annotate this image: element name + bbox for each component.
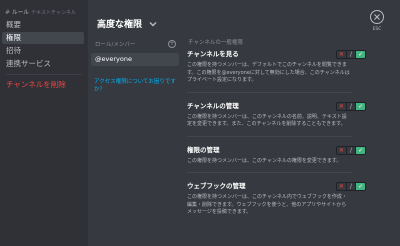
allow-button[interactable]: ✓ xyxy=(356,183,365,190)
deny-button[interactable]: ✕ xyxy=(337,147,346,154)
permission-toggle: ✕ / ✓ xyxy=(336,182,366,191)
breadcrumb-category: テキストチャンネル xyxy=(31,9,76,16)
breadcrumb: # ルール テキストチャンネル xyxy=(0,6,88,18)
chevron-down-icon xyxy=(149,21,157,26)
neutral-button[interactable]: / xyxy=(345,102,357,110)
permission-toggle: ✕ / ✓ xyxy=(336,101,366,111)
roles-header-label: ロール/メンバー xyxy=(95,42,136,48)
allow-button[interactable]: ✓ xyxy=(356,102,365,110)
settings-sidebar: # ルール テキストチャンネル 概要 権限 招待 連携サービス チャンネルを削除 xyxy=(0,0,88,246)
sidebar-divider xyxy=(6,74,82,75)
permission-description: この権限を持つメンバーは、このチャンネル内でウェブフックを作成・編集・削除できま… xyxy=(187,194,347,215)
allow-button[interactable]: ✓ xyxy=(356,146,365,154)
permission-description: この権限を持つメンバーは、このチャンネルの名前、説明、テキスト設定を変更できます… xyxy=(187,113,347,128)
roles-column: ロール/メンバー + @everyone アクセス権限についてお困りですか？ xyxy=(91,38,179,94)
permission-view-channel: チャンネルを見る ✕ / ✓ この権限を持つメンバーは、デフォルトでこのチャンネ… xyxy=(187,50,366,85)
permission-description: この権限を持つメンバーは、デフォルトでこのチャンネルを閲覧できます。この権限を@… xyxy=(187,62,350,83)
close-button[interactable] xyxy=(370,10,384,24)
neutral-button[interactable]: / xyxy=(345,51,357,58)
permission-title: チャンネルを見る xyxy=(187,50,239,58)
neutral-button[interactable]: / xyxy=(345,183,357,190)
permission-toggle: ✕ / ✓ xyxy=(336,145,366,155)
deny-button[interactable]: ✕ xyxy=(337,51,346,58)
permission-title: ウェブフックの管理 xyxy=(187,182,246,190)
page-title: 高度な権限 xyxy=(97,20,143,30)
allow-button[interactable]: ✓ xyxy=(356,51,365,58)
neutral-button[interactable]: / xyxy=(345,146,357,154)
esc-label: ESC xyxy=(372,27,382,32)
breadcrumb-channel-name: ルール xyxy=(12,10,30,16)
deny-button[interactable]: ✕ xyxy=(337,183,346,190)
divider xyxy=(187,91,352,93)
section-label: チャンネルの一般権限 xyxy=(188,40,243,46)
divider xyxy=(187,172,352,173)
sidebar-item-invites[interactable]: 招待 xyxy=(2,45,84,57)
close-control: ESC xyxy=(369,10,385,32)
permission-manage-channel: チャンネルの管理 ✕ / ✓ この権限を持つメンバーは、このチャンネルの名前、説… xyxy=(187,101,366,129)
permission-toggle: ✕ / ✓ xyxy=(336,50,366,59)
add-role-icon[interactable]: + xyxy=(168,40,176,48)
channel-hash-icon: # xyxy=(5,8,11,16)
roles-header: ロール/メンバー + xyxy=(91,38,179,50)
permissions-help-link[interactable]: アクセス権限についてお困りですか？ xyxy=(91,78,179,94)
divider xyxy=(187,135,352,137)
advanced-permissions-header[interactable]: 高度な権限 xyxy=(97,17,158,30)
close-icon xyxy=(374,14,380,20)
sidebar-item-integrations[interactable]: 連携サービス xyxy=(2,58,84,70)
permission-manage-permissions: 権限の管理 ✕ / ✓ この権限を持つメンバーは、このチャンネルの権限を変更でき… xyxy=(187,145,366,166)
delete-channel-button[interactable]: チャンネルを削除 xyxy=(2,79,84,91)
permission-description: この権限を持つメンバーは、このチャンネルの権限を変更できます。 xyxy=(187,157,342,164)
sidebar-item-permissions[interactable]: 権限 xyxy=(2,32,84,44)
permissions-column: チャンネルの一般権限 チャンネルを見る ✕ / ✓ この権限を持つメンバーは、デ… xyxy=(187,38,366,217)
permission-title: 権限の管理 xyxy=(187,145,220,154)
permission-manage-webhooks: ウェブフックの管理 ✕ / ✓ この権限を持つメンバーは、このチャンネル内でウェ… xyxy=(187,182,366,217)
deny-button[interactable]: ✕ xyxy=(337,103,346,110)
role-item-everyone[interactable]: @everyone xyxy=(91,53,179,66)
permission-title: チャンネルの管理 xyxy=(187,101,239,110)
sidebar-item-overview[interactable]: 概要 xyxy=(2,19,84,31)
